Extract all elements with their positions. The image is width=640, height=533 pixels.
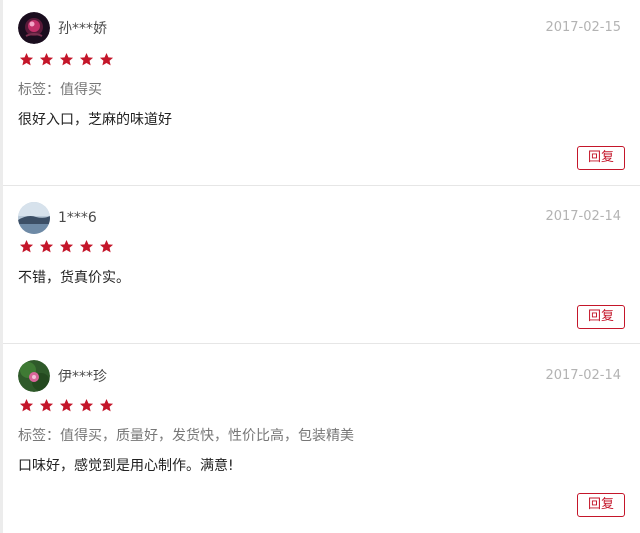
star-rating xyxy=(19,52,114,68)
star-icon xyxy=(79,398,94,412)
star-icon xyxy=(59,398,74,412)
user-avatar[interactable] xyxy=(18,202,50,234)
star-icon xyxy=(99,52,114,66)
star-icon xyxy=(39,398,54,412)
review-tags: 标签：值得买，质量好，发货快，性价比高，包装精美 xyxy=(18,428,354,444)
reply-button[interactable]: 回复 xyxy=(577,146,625,170)
star-icon xyxy=(59,239,74,253)
reply-button[interactable]: 回复 xyxy=(577,493,625,517)
review-item: 1***6 2017-02-14 不错，货真价实。 回复 xyxy=(3,186,640,344)
star-rating xyxy=(19,239,114,255)
star-icon xyxy=(59,52,74,66)
star-icon xyxy=(99,398,114,412)
star-icon xyxy=(79,239,94,253)
star-icon xyxy=(99,239,114,253)
star-icon xyxy=(39,239,54,253)
username: 孙***娇 xyxy=(58,21,107,37)
review-list: 孙***娇 2017-02-15 标签：值得买 很好入口，芝麻的味道好 回复 1… xyxy=(0,0,640,533)
review-date: 2017-02-15 xyxy=(545,20,621,35)
username: 伊***珍 xyxy=(58,369,107,385)
reply-button[interactable]: 回复 xyxy=(577,305,625,329)
star-icon xyxy=(39,52,54,66)
star-icon xyxy=(79,52,94,66)
review-tags: 标签：值得买 xyxy=(18,82,102,98)
user-avatar[interactable] xyxy=(18,360,50,392)
review-item: 伊***珍 2017-02-14 标签：值得买，质量好，发货快，性价比高，包装精… xyxy=(3,344,640,533)
star-icon xyxy=(19,52,34,66)
review-content: 口味好，感觉到是用心制作。满意! xyxy=(18,458,234,474)
star-rating xyxy=(19,398,114,414)
review-date: 2017-02-14 xyxy=(545,209,621,224)
star-icon xyxy=(19,398,34,412)
username: 1***6 xyxy=(58,210,97,226)
review-content: 不错，货真价实。 xyxy=(18,270,130,286)
review-date: 2017-02-14 xyxy=(545,368,621,383)
review-content: 很好入口，芝麻的味道好 xyxy=(18,112,172,128)
star-icon xyxy=(19,239,34,253)
user-avatar[interactable] xyxy=(18,12,50,44)
review-item: 孙***娇 2017-02-15 标签：值得买 很好入口，芝麻的味道好 回复 xyxy=(3,0,640,186)
